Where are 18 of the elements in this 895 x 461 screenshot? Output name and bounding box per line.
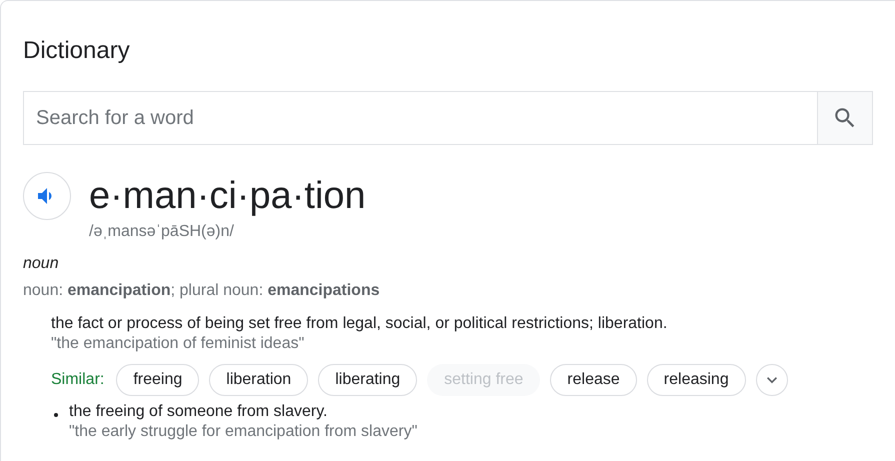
synonym-chip[interactable]: liberation <box>209 364 308 396</box>
pronunciation: /əˌmansəˈpāSH(ə)n/ <box>89 222 235 242</box>
synonym-chip[interactable]: release <box>550 364 637 396</box>
pronounce-button[interactable] <box>23 172 71 220</box>
example: "the emancipation of feminist ideas" <box>51 334 306 354</box>
synonym-chip[interactable]: releasing <box>646 364 746 396</box>
part-of-speech: noun <box>23 254 60 274</box>
definition: the freeing of someone from slavery. <box>69 402 328 422</box>
synonym-chip[interactable]: freeing <box>116 364 200 396</box>
synonym-chip[interactable]: liberating <box>318 364 418 396</box>
card-title: Dictionary <box>23 36 131 66</box>
search-field[interactable]: Search for a word <box>23 91 817 145</box>
similar-label: Similar: <box>51 371 104 389</box>
example: "the early struggle for emancipation from slavery" <box>69 422 418 442</box>
search-button[interactable] <box>817 91 873 145</box>
headword: e·man·ci·pa·tion <box>89 174 366 219</box>
word-forms: noun: emancipation; plural noun: emancipations <box>23 281 381 301</box>
definition: the fact or process of being set free from legal, social, or political restrictions; liberation. <box>51 314 668 334</box>
